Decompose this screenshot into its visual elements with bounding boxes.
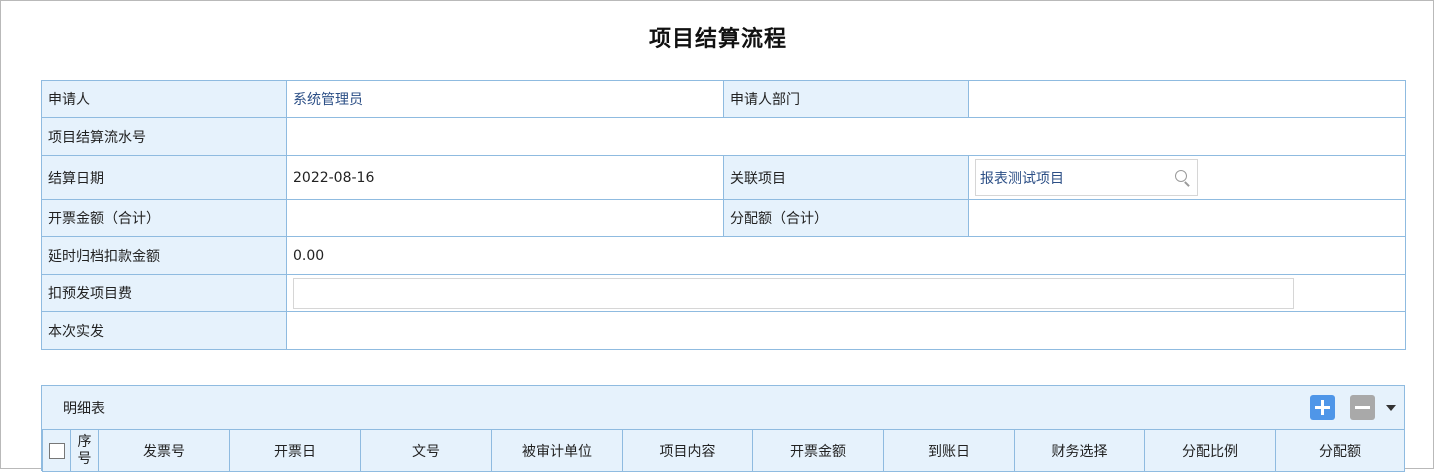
col-finance-choice: 财务选择 [1014, 429, 1145, 472]
serial-value [286, 117, 1406, 156]
remove-row-button[interactable] [1350, 395, 1375, 420]
related-project-label: 关联项目 [723, 155, 969, 200]
prepaid-fee-label: 扣预发项目费 [41, 274, 287, 312]
col-seq-top: 序 [77, 433, 92, 450]
caret-down-icon[interactable] [1386, 405, 1396, 411]
detail-table-section: 明细表 序 号 发票号 开票日 文号 被审计单位 项目内容 开票金额 到账日 财… [41, 385, 1405, 472]
prepaid-fee-input[interactable] [293, 277, 1294, 309]
col-audited-unit: 被审计单位 [491, 429, 623, 472]
settlement-form: 申请人 系统管理员 申请人部门 项目结算流水号 结算日期 2022-08-16 … [41, 80, 1406, 350]
delay-deduction-value: 0.00 [286, 236, 1406, 275]
allocation-total-label: 分配额（合计） [723, 199, 969, 237]
col-arrival-date: 到账日 [883, 429, 1015, 472]
col-invoice-amount: 开票金额 [752, 429, 884, 472]
delay-deduction-label: 延时归档扣款金额 [41, 236, 287, 275]
actual-payment-value [286, 311, 1406, 350]
select-all-cell [42, 429, 71, 472]
col-invoice-date: 开票日 [229, 429, 361, 472]
detail-title: 明细表 [63, 401, 105, 417]
detail-toolbar: 明细表 [42, 386, 1404, 429]
page-frame: 项目结算流程 申请人 系统管理员 申请人部门 项目结算流水号 结算日期 2022… [0, 0, 1434, 472]
col-allocation-amount: 分配额 [1275, 429, 1405, 472]
add-row-button[interactable] [1310, 395, 1335, 420]
applicant-label: 申请人 [41, 80, 287, 118]
related-project-cell: 报表测试项目 [968, 155, 1406, 200]
col-invoice-no: 发票号 [98, 429, 230, 472]
col-allocation-ratio: 分配比例 [1144, 429, 1276, 472]
col-doc-no: 文号 [360, 429, 492, 472]
invoice-total-value [286, 199, 724, 237]
department-value [968, 80, 1406, 118]
col-project-content: 项目内容 [622, 429, 753, 472]
related-project-field[interactable]: 报表测试项目 [975, 159, 1198, 196]
col-seq: 序 号 [70, 429, 99, 472]
select-all-checkbox[interactable] [48, 442, 65, 459]
allocation-total-value [968, 199, 1406, 237]
applicant-value: 系统管理员 [286, 80, 724, 118]
related-project-value: 报表测试项目 [980, 170, 1064, 187]
actual-payment-label: 本次实发 [41, 311, 287, 350]
settle-date-label: 结算日期 [41, 155, 287, 200]
col-seq-bottom: 号 [77, 450, 92, 467]
invoice-total-label: 开票金额（合计） [41, 199, 287, 237]
prepaid-fee-cell [286, 274, 1406, 312]
department-label: 申请人部门 [723, 80, 969, 118]
detail-grid: 序 号 发票号 开票日 文号 被审计单位 项目内容 开票金额 到账日 财务选择 … [42, 429, 1405, 472]
search-icon[interactable] [1175, 169, 1191, 187]
settle-date-value: 2022-08-16 [286, 155, 724, 200]
page-title: 项目结算流程 [648, 27, 787, 52]
serial-label: 项目结算流水号 [41, 117, 287, 156]
